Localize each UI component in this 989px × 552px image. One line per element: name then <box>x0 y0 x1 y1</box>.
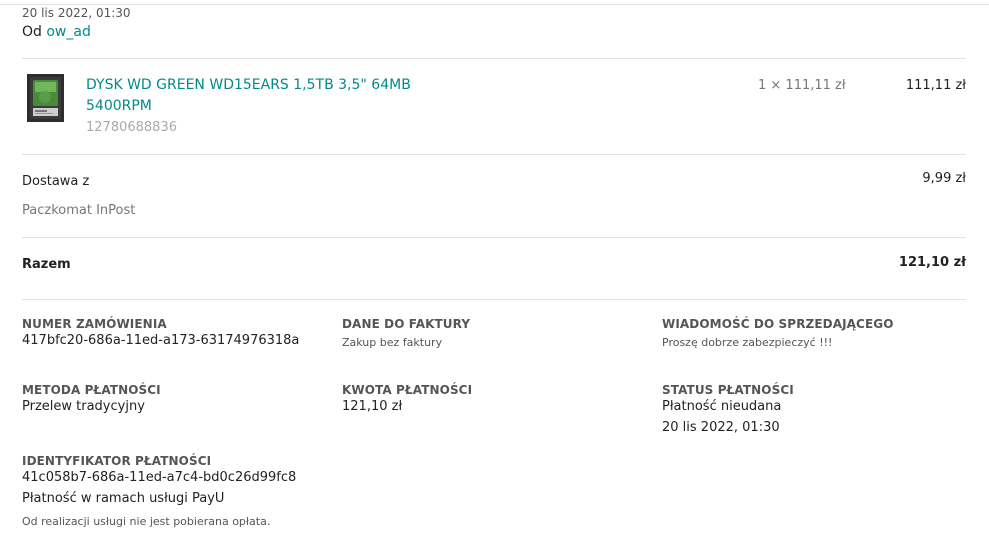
seller-link[interactable]: ow_ad <box>46 24 90 40</box>
payment-id: 41c058b7-686a-11ed-a7c4-bd0c26d99fc8 <box>22 470 297 485</box>
divider <box>22 58 966 59</box>
order-number: 417bfc20-686a-11ed-a173-63174976318a <box>22 333 300 348</box>
from-label: Od <box>22 24 42 40</box>
delivery-method: Paczkomat InPost <box>22 203 136 218</box>
top-border <box>0 4 989 5</box>
payment-status: Płatność nieudana <box>662 399 782 414</box>
hard-drive-icon <box>27 74 64 122</box>
message-value: Proszę dobrze zabezpieczyć !!! <box>662 336 833 349</box>
item-title[interactable]: DYSK WD GREEN WD15EARS 1,5TB 3,5" 64MB <box>86 77 411 93</box>
order-date: 20 lis 2022, 01:30 <box>22 6 131 20</box>
item-qty-price: 1 × 111,11 zł <box>758 78 846 93</box>
divider <box>22 237 966 238</box>
payment-method: Przelew tradycyjny <box>22 399 145 414</box>
divider <box>22 154 966 155</box>
divider <box>22 299 966 300</box>
payment-service: Płatność w ramach usługi PayU <box>22 491 225 506</box>
seller-line: Od ow_ad <box>22 24 91 40</box>
item-total: 111,11 zł <box>905 78 966 93</box>
summary-label: Razem <box>22 257 71 272</box>
payment-status-date: 20 lis 2022, 01:30 <box>662 420 780 435</box>
item-title-cont[interactable]: 5400RPM <box>86 98 152 114</box>
summary-total: 121,10 zł <box>898 255 966 270</box>
invoice-label: DANE DO FAKTURY <box>342 317 471 331</box>
order-number-label: NUMER ZAMÓWIENIA <box>22 317 167 331</box>
item-offer-id: 12780688836 <box>86 120 177 135</box>
delivery-label: Dostawa z <box>22 174 90 189</box>
payment-amount-label: KWOTA PŁATNOŚCI <box>342 383 473 397</box>
message-label: WIADOMOŚĆ DO SPRZEDAJĄCEGO <box>662 317 894 331</box>
delivery-price: 9,99 zł <box>922 171 966 186</box>
invoice-value: Zakup bez faktury <box>342 336 443 349</box>
payment-method-label: METODA PŁATNOŚCI <box>22 383 161 397</box>
payment-fee-note: Od realizacji usługi nie jest pobierana … <box>22 515 271 528</box>
payment-id-label: IDENTYFIKATOR PŁATNOŚCI <box>22 454 212 468</box>
item-thumbnail[interactable] <box>27 74 64 122</box>
payment-status-label: STATUS PŁATNOŚCI <box>662 383 794 397</box>
payment-amount: 121,10 zł <box>342 399 403 414</box>
